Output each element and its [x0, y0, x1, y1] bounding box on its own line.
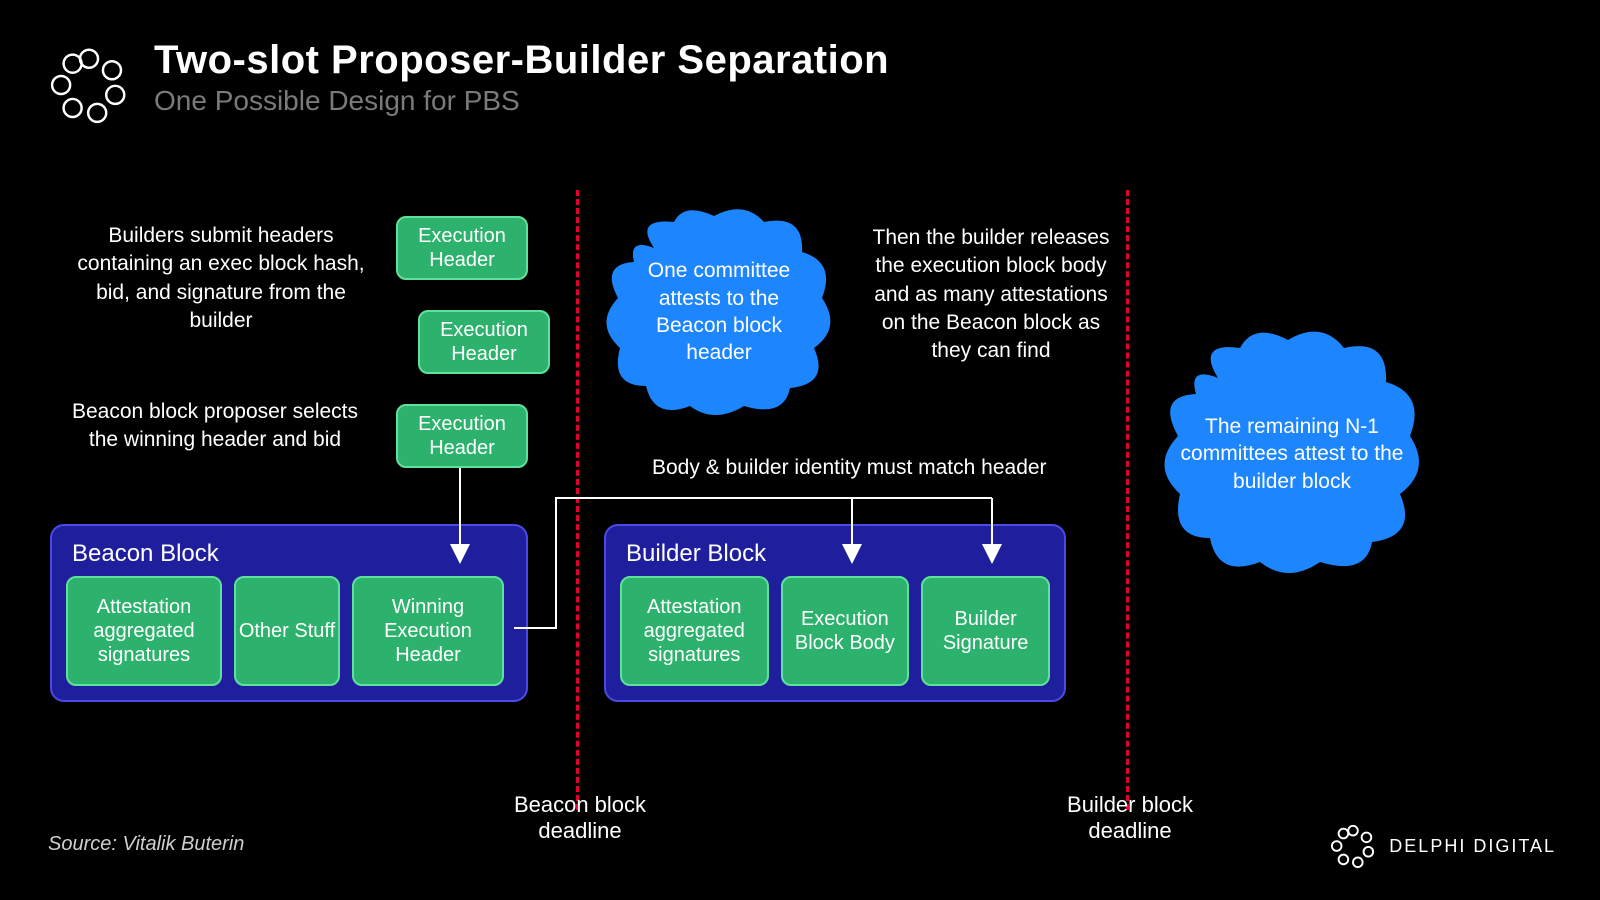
- brand-footer: DELPHI DIGITAL: [1329, 822, 1556, 870]
- match-annotation: Body & builder identity must match heade…: [652, 456, 1047, 480]
- exec-header-1: Execution Header: [396, 216, 528, 280]
- beacon-deadline-line: [576, 190, 579, 810]
- page-title: Two-slot Proposer-Builder Separation: [154, 38, 889, 83]
- beacon-deadline-label: Beacon block deadline: [490, 792, 670, 844]
- builder-cell-body: Execution Block Body: [781, 576, 910, 686]
- brand-logo-icon: [1329, 822, 1377, 870]
- builder-block: Builder Block Attestation aggregated sig…: [604, 524, 1066, 702]
- cloud-1-text: One committee attests to the Beacon bloc…: [604, 257, 834, 366]
- desc-builders: Builders submit headers containing an ex…: [76, 222, 366, 335]
- desc-release: Then the builder releases the execution …: [866, 224, 1116, 366]
- exec-header-3: Execution Header: [396, 404, 528, 468]
- desc-proposer: Beacon block proposer selects the winnin…: [60, 398, 370, 455]
- builder-deadline-label: Builder block deadline: [1040, 792, 1220, 844]
- builder-deadline-line: [1126, 190, 1129, 810]
- beacon-block: Beacon Block Attestation aggregated sign…: [50, 524, 528, 702]
- page-subtitle: One Possible Design for PBS: [154, 85, 889, 117]
- logo-icon: [48, 44, 130, 126]
- beacon-cell-winning: Winning Execution Header: [352, 576, 504, 686]
- builder-block-title: Builder Block: [626, 540, 1050, 568]
- exec-header-2: Execution Header: [418, 310, 550, 374]
- beacon-cell-other: Other Stuff: [234, 576, 340, 686]
- source-attribution: Source: Vitalik Buterin: [48, 833, 244, 856]
- builder-cell-signature: Builder Signature: [921, 576, 1050, 686]
- cloud-2-text: The remaining N-1 committees attest to t…: [1162, 413, 1422, 495]
- beacon-cell-attestation: Attestation aggregated signatures: [66, 576, 222, 686]
- header: Two-slot Proposer-Builder Separation One…: [48, 38, 889, 126]
- cloud-committee-1: One committee attests to the Beacon bloc…: [604, 208, 834, 416]
- brand-text: DELPHI DIGITAL: [1389, 836, 1556, 857]
- builder-cell-attestation: Attestation aggregated signatures: [620, 576, 769, 686]
- beacon-block-title: Beacon Block: [72, 540, 512, 568]
- cloud-committee-2: The remaining N-1 committees attest to t…: [1162, 330, 1422, 578]
